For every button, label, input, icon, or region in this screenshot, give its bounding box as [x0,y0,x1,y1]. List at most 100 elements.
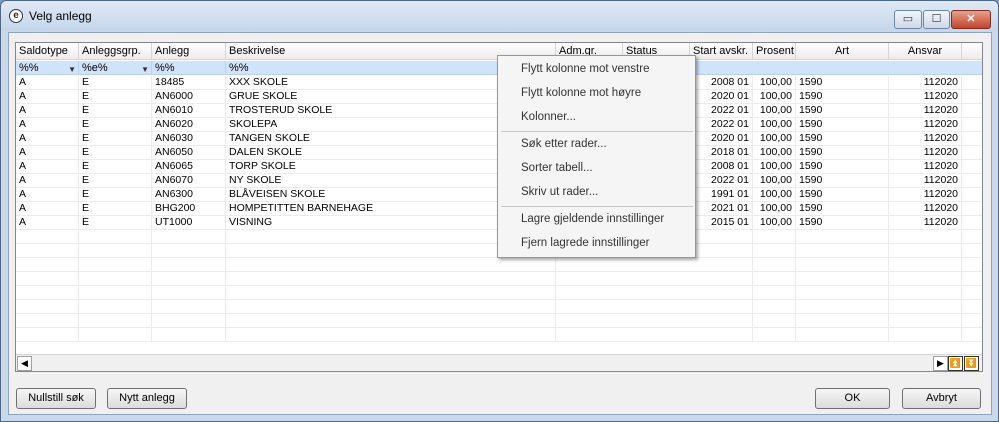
cell-ansvar [889,230,962,243]
ok-button[interactable]: OK [815,388,890,409]
new-anlegg-button[interactable]: Nytt anlegg [107,388,187,409]
maximize-button[interactable]: ☐ [923,10,950,29]
table-row [16,286,982,300]
cell-art: 1590 [796,132,889,145]
cell-ansvar [889,328,962,341]
cell-anlegg: AN6070 [152,174,226,187]
cell-start-avskr [690,300,753,313]
cell-start-avskr: 2015 01 [690,216,753,229]
column-header-ansvar[interactable]: Ansvar [889,43,962,60]
context-menu: Flytt kolonne mot venstre Flytt kolonne … [497,55,696,258]
menu-remove-settings[interactable]: Fjern lagrede innstillinger [498,232,695,254]
menu-columns[interactable]: Kolonner... [498,106,695,128]
cell-prosent: 100,00 [753,188,796,201]
cell-prosent: 100,00 [753,216,796,229]
cell-anlegg: AN6010 [152,104,226,117]
cell-saldotype: A [16,118,79,131]
cell-start-avskr [690,286,753,299]
cell-anlegg [152,314,226,327]
cell-anlegg: AN6050 [152,146,226,159]
reset-search-button[interactable]: Nullstill søk [16,388,96,409]
cell-start-avskr [690,244,753,257]
cell-anlegg [152,328,226,341]
cell-start-avskr: 2008 01 [690,160,753,173]
cell-start-avskr [690,272,753,285]
menu-separator [501,131,693,132]
cell-saldotype: A [16,104,79,117]
column-header-anleggsgrp[interactable]: Anleggsgrp. [79,43,152,60]
cell-art [796,286,889,299]
chevron-down-icon[interactable]: ▼ [68,63,76,77]
cell-start-avskr: 2020 01 [690,90,753,103]
menu-move-column-right[interactable]: Flytt kolonne mot høyre [498,82,695,104]
cell-art [796,272,889,285]
cell-start-avskr: 2008 01 [690,76,753,89]
cell-art [796,314,889,327]
horizontal-scrollbar[interactable]: ◀ ▶ ⏫ ⏬ [16,354,982,371]
app-icon: e [9,9,23,23]
table-row [16,272,982,286]
cell-start-avskr: 1991 01 [690,188,753,201]
cell-art [796,244,889,257]
cell-anleggsgrp [79,300,152,313]
cancel-button[interactable]: Avbryt [902,388,981,409]
cell-prosent [753,314,796,327]
cell-ansvar: 112020 [889,160,962,173]
cell-ansvar: 112020 [889,188,962,201]
cell-start-avskr: 2018 01 [690,146,753,159]
cell-beskrivelse [226,328,556,341]
menu-print-rows[interactable]: Skriv ut rader... [498,181,695,203]
menu-move-column-left[interactable]: Flytt kolonne mot venstre [498,58,695,80]
title-bar: e Velg anlegg ▭ ☐ ✕ [1,1,998,31]
cell-prosent: 100,00 [753,160,796,173]
scroll-top-icon[interactable]: ⏫ [948,356,963,371]
scroll-right-icon[interactable]: ▶ [933,356,948,371]
close-button[interactable]: ✕ [951,10,991,29]
cell-anleggsgrp: E [79,146,152,159]
cell-saldotype: A [16,174,79,187]
cell-saldotype: A [16,202,79,215]
cell-prosent [753,300,796,313]
cell-start-avskr: 2022 01 [690,104,753,117]
menu-search-rows[interactable]: Søk etter rader... [498,133,695,155]
column-header-prosent[interactable]: Prosent [753,43,796,60]
cell-ansvar [889,286,962,299]
cell-anlegg: AN6030 [152,132,226,145]
menu-sort-table[interactable]: Sorter tabell... [498,157,695,179]
cell-ansvar: 112020 [889,118,962,131]
chevron-down-icon[interactable]: ▼ [141,63,149,77]
filter-anlegg[interactable]: %% [152,61,226,75]
cell-art [796,300,889,313]
cell-art: 1590 [796,188,889,201]
filter-saldotype[interactable]: %% ▼ [16,61,79,75]
scroll-bottom-icon[interactable]: ⏬ [964,356,979,371]
cell-start-avskr [690,328,753,341]
cell-anleggsgrp [79,314,152,327]
cell-art [796,258,889,271]
cell-start-avskr: 2021 01 [690,202,753,215]
cell-saldotype: A [16,132,79,145]
cell-anleggsgrp: E [79,188,152,201]
cell-beskrivelse [226,258,556,271]
cell-art: 1590 [796,90,889,103]
menu-save-settings[interactable]: Lagre gjeldende innstillinger [498,208,695,230]
scroll-left-icon[interactable]: ◀ [17,356,32,371]
cell-anleggsgrp [79,286,152,299]
column-header-start-avskr[interactable]: Start avskr. [690,43,753,60]
cell-anlegg: UT1000 [152,216,226,229]
cell-prosent [753,272,796,285]
cell-art: 1590 [796,104,889,117]
column-header-saldotype[interactable]: Saldotype [16,43,79,60]
cell-saldotype: A [16,160,79,173]
cell-beskrivelse [226,314,556,327]
column-header-art[interactable]: Art [796,43,889,60]
filter-anleggsgrp[interactable]: %e% ▼ [79,61,152,75]
cell-ansvar: 112020 [889,104,962,117]
cell-ansvar: 112020 [889,146,962,159]
column-header-anlegg[interactable]: Anlegg [152,43,226,60]
cell-saldotype: A [16,90,79,103]
cell-anleggsgrp: E [79,90,152,103]
minimize-button[interactable]: ▭ [894,10,922,29]
cell-prosent: 100,00 [753,202,796,215]
cell-art: 1590 [796,118,889,131]
